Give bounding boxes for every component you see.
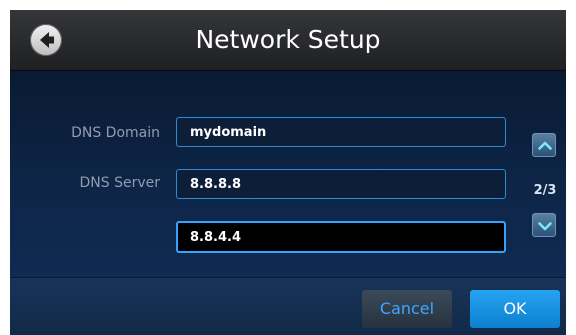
dns-server-input[interactable] <box>176 169 506 199</box>
back-button[interactable] <box>30 24 62 56</box>
page-up-button[interactable] <box>532 133 556 157</box>
page-title: Network Setup <box>195 25 381 54</box>
dns-domain-input[interactable] <box>176 117 506 147</box>
dns-server-label: DNS Server <box>79 175 161 191</box>
dns-server-secondary-input[interactable] <box>176 221 506 253</box>
ok-button[interactable]: OK <box>470 290 560 328</box>
cancel-button[interactable]: Cancel <box>362 290 452 328</box>
form-area: DNS Domain DNS Server 2/3 <box>10 71 566 277</box>
footer-bar: Cancel OK <box>10 277 566 335</box>
page-down-button[interactable] <box>532 213 556 237</box>
device-screen: Network Setup DNS Domain DNS Server 2/3 … <box>10 10 566 335</box>
header-bar: Network Setup <box>10 10 566 71</box>
page-indicator: 2/3 <box>533 183 557 198</box>
chevron-down-icon <box>538 222 552 231</box>
chevron-up-icon <box>538 141 552 150</box>
dns-domain-label: DNS Domain <box>71 125 160 141</box>
arrow-left-circle-icon <box>40 32 54 48</box>
